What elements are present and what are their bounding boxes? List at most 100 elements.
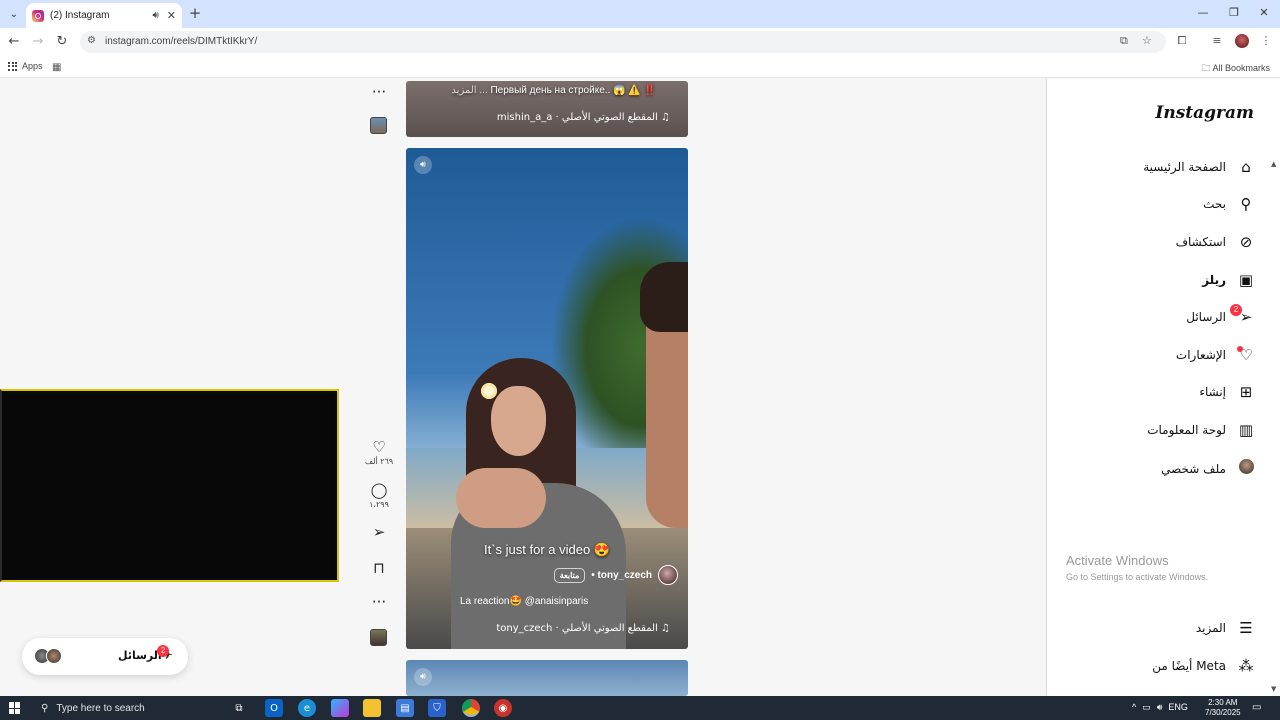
reload-icon[interactable]: ↻ bbox=[54, 34, 70, 50]
bookmark-star-icon[interactable]: ☆ bbox=[1142, 34, 1152, 47]
nav-profile[interactable]: ملف شخصي bbox=[1161, 459, 1256, 478]
comment-count: ١،٢٩٩ bbox=[369, 500, 389, 509]
nav-search[interactable]: بحث ⚲ bbox=[1203, 195, 1256, 213]
windows-start-icon[interactable] bbox=[9, 702, 21, 714]
reels-icon: ▣ bbox=[1238, 271, 1254, 289]
tab-close-icon[interactable]: ✕ bbox=[167, 9, 176, 22]
messages-pill[interactable]: الرسائل ✈ 2 bbox=[22, 638, 188, 675]
nav-also-from-meta[interactable]: أيضًا من Meta ⁂ bbox=[1152, 657, 1256, 675]
outlook-icon[interactable]: O bbox=[265, 699, 283, 717]
follow-button[interactable]: متابعة bbox=[553, 567, 586, 583]
extensions-icon[interactable]: ⧠ bbox=[1174, 34, 1190, 48]
nav-messages[interactable]: الرسائل ➢ 2 bbox=[1186, 304, 1256, 326]
speaker-icon[interactable]: 🔊︎ bbox=[1157, 702, 1163, 713]
chrome-menu-icon[interactable]: ⋮ bbox=[1258, 34, 1274, 47]
input-language[interactable]: ENG bbox=[1168, 702, 1188, 713]
author-username[interactable]: • tony_czech bbox=[591, 570, 652, 581]
instagram-sidebar: Instagram الصفحة الرئيسية ⌂ بحث ⚲ استكشا… bbox=[1046, 79, 1280, 696]
defender-icon[interactable]: ⛉ bbox=[428, 699, 446, 717]
author-avatar[interactable] bbox=[658, 565, 678, 585]
recorder-icon[interactable]: ◉ bbox=[494, 699, 512, 717]
activate-subtitle: Go to Settings to activate Windows. bbox=[1066, 572, 1209, 582]
address-bar[interactable]: ⚙ instagram.com/reels/DIMTktIKkrY/ ⧉ ☆ bbox=[80, 31, 1166, 53]
task-view-icon[interactable]: ⧉ bbox=[230, 699, 248, 717]
reel-previous[interactable]: المزيد ... Первый день на стройке.. 😱 ⚠️… bbox=[406, 81, 688, 137]
messages-pill-label: الرسائل bbox=[118, 649, 162, 662]
notifications-icon[interactable]: ▭ bbox=[1252, 702, 1261, 713]
more-options-icon[interactable]: ··· bbox=[364, 593, 394, 611]
apps-label: Apps bbox=[22, 61, 43, 71]
media-controls-icon[interactable]: ≡ bbox=[1209, 34, 1225, 47]
browser-tab[interactable]: (2) Instagram 🔊︎ ✕ bbox=[26, 3, 182, 28]
nav-more[interactable]: المزيد ☰ bbox=[1196, 619, 1256, 637]
instagram-page: المزيد ... Первый день на стройке.. 😱 ⚠️… bbox=[0, 79, 1280, 696]
tab-search-button[interactable]: ⌄ bbox=[5, 5, 23, 23]
tab-audio-icon[interactable]: 🔊︎ bbox=[152, 10, 158, 21]
windows-taskbar: ⚲ Type here to search ⧉ O e ▤ ⛉ ◉ ^ ▭ 🔊︎… bbox=[0, 696, 1280, 720]
network-icon[interactable]: ▭ bbox=[1142, 702, 1151, 713]
activate-windows-watermark: Activate Windows Go to Settings to activ… bbox=[1066, 553, 1208, 582]
store-icon[interactable]: ▤ bbox=[396, 699, 414, 717]
new-tab-button[interactable]: + bbox=[188, 5, 202, 21]
comment-button[interactable]: ◯ ١،٢٩٩ bbox=[364, 481, 394, 509]
sound-icon[interactable]: 🔊︎ bbox=[414, 668, 432, 686]
comment-icon: ◯ bbox=[370, 481, 388, 499]
close-window-icon[interactable]: ✕ bbox=[1256, 6, 1272, 19]
taskbar-clock[interactable]: 2:30 AM 7/30/2025 bbox=[1205, 698, 1241, 718]
black-overlay-panel bbox=[0, 389, 339, 582]
message-avatars bbox=[34, 648, 62, 664]
save-button[interactable]: ⊓ bbox=[364, 559, 394, 577]
messages-badge: 2 bbox=[1230, 304, 1242, 316]
messages-pill-badge: 2 bbox=[157, 645, 169, 657]
nav-home[interactable]: الصفحة الرئيسية ⌂ bbox=[1143, 158, 1256, 176]
edge-icon[interactable]: e bbox=[298, 699, 316, 717]
site-info-icon[interactable]: ⚙ bbox=[87, 35, 96, 46]
sound-icon[interactable]: 🔊︎ bbox=[414, 156, 432, 174]
dashboard-icon: ▥ bbox=[1238, 421, 1254, 439]
instagram-favicon-icon bbox=[32, 9, 44, 22]
heart-icon: ♡ bbox=[372, 438, 386, 456]
apps-bookmark[interactable]: Apps bbox=[8, 61, 43, 71]
minimize-icon[interactable]: — bbox=[1195, 6, 1211, 19]
apps-grid-icon bbox=[8, 61, 17, 71]
chrome-icon[interactable] bbox=[462, 699, 480, 717]
tab-groups-icon[interactable]: ▦ bbox=[52, 62, 61, 73]
instagram-logo[interactable]: Instagram bbox=[1155, 103, 1254, 123]
url-text[interactable]: instagram.com/reels/DIMTktIKkrY/ bbox=[105, 36, 257, 47]
scroll-down-icon[interactable]: ▼ bbox=[1271, 685, 1276, 693]
reel-next[interactable]: 🔊︎ bbox=[406, 660, 688, 696]
caption-text: Первый день на стройке.. 😱 ⚠️ ‼️ bbox=[490, 85, 656, 96]
more-options-icon[interactable]: ··· bbox=[364, 83, 394, 101]
scroll-up-icon[interactable]: ▲ bbox=[1271, 160, 1276, 168]
video-overlay-text: It`s just for a video 😍 bbox=[483, 542, 610, 557]
install-app-icon[interactable]: ⧉ bbox=[1120, 34, 1128, 48]
nav-explore[interactable]: استكشاف ⊘ bbox=[1176, 233, 1256, 251]
nav-dashboard[interactable]: لوحة المعلومات ▥ bbox=[1147, 421, 1256, 439]
profile-avatar[interactable] bbox=[1235, 34, 1249, 48]
file-explorer-icon[interactable] bbox=[363, 699, 381, 717]
clock-date: 7/30/2025 bbox=[1205, 708, 1241, 717]
nav-create[interactable]: إنشاء ⊞ bbox=[1199, 383, 1256, 401]
share-button[interactable]: ➢ bbox=[364, 523, 394, 541]
nav-notifications[interactable]: الإشعارات ♡ bbox=[1176, 346, 1256, 364]
show-hidden-icons[interactable]: ^ bbox=[1132, 702, 1136, 713]
reel-audio[interactable]: tony_czech · المقطع الصوتي الأصلي ♫ bbox=[496, 623, 670, 634]
like-button[interactable]: ♡ ٢٦٩ ألف bbox=[364, 438, 394, 466]
activate-title: Activate Windows bbox=[1066, 553, 1169, 568]
folder-icon: 🗀 bbox=[1201, 63, 1213, 73]
forward-icon[interactable]: → bbox=[30, 34, 46, 50]
restore-icon[interactable]: ❐ bbox=[1226, 6, 1242, 19]
taskbar-search[interactable]: ⚲ Type here to search bbox=[31, 696, 221, 720]
more-link[interactable]: المزيد ... bbox=[451, 85, 487, 96]
nav-reels[interactable]: ريلز ▣ bbox=[1202, 271, 1256, 289]
audio-thumbnail[interactable] bbox=[370, 629, 387, 646]
like-count: ٢٦٩ ألف bbox=[364, 457, 394, 466]
reel-audio[interactable]: mishin_a_a · المقطع الصوتي الأصلي ♫ bbox=[497, 112, 670, 123]
meta-icon: ⁂ bbox=[1238, 657, 1254, 675]
reel-current-video[interactable]: 🔊︎ It`s just for a video 😍 متابعة • tony… bbox=[406, 148, 688, 649]
copilot-icon[interactable] bbox=[331, 699, 349, 717]
back-icon[interactable]: ← bbox=[6, 34, 22, 50]
audio-thumbnail[interactable] bbox=[370, 117, 387, 134]
all-bookmarks-button[interactable]: 🗀 All Bookmarks bbox=[1201, 61, 1270, 77]
reel-author-row: متابعة • tony_czech bbox=[553, 565, 678, 585]
